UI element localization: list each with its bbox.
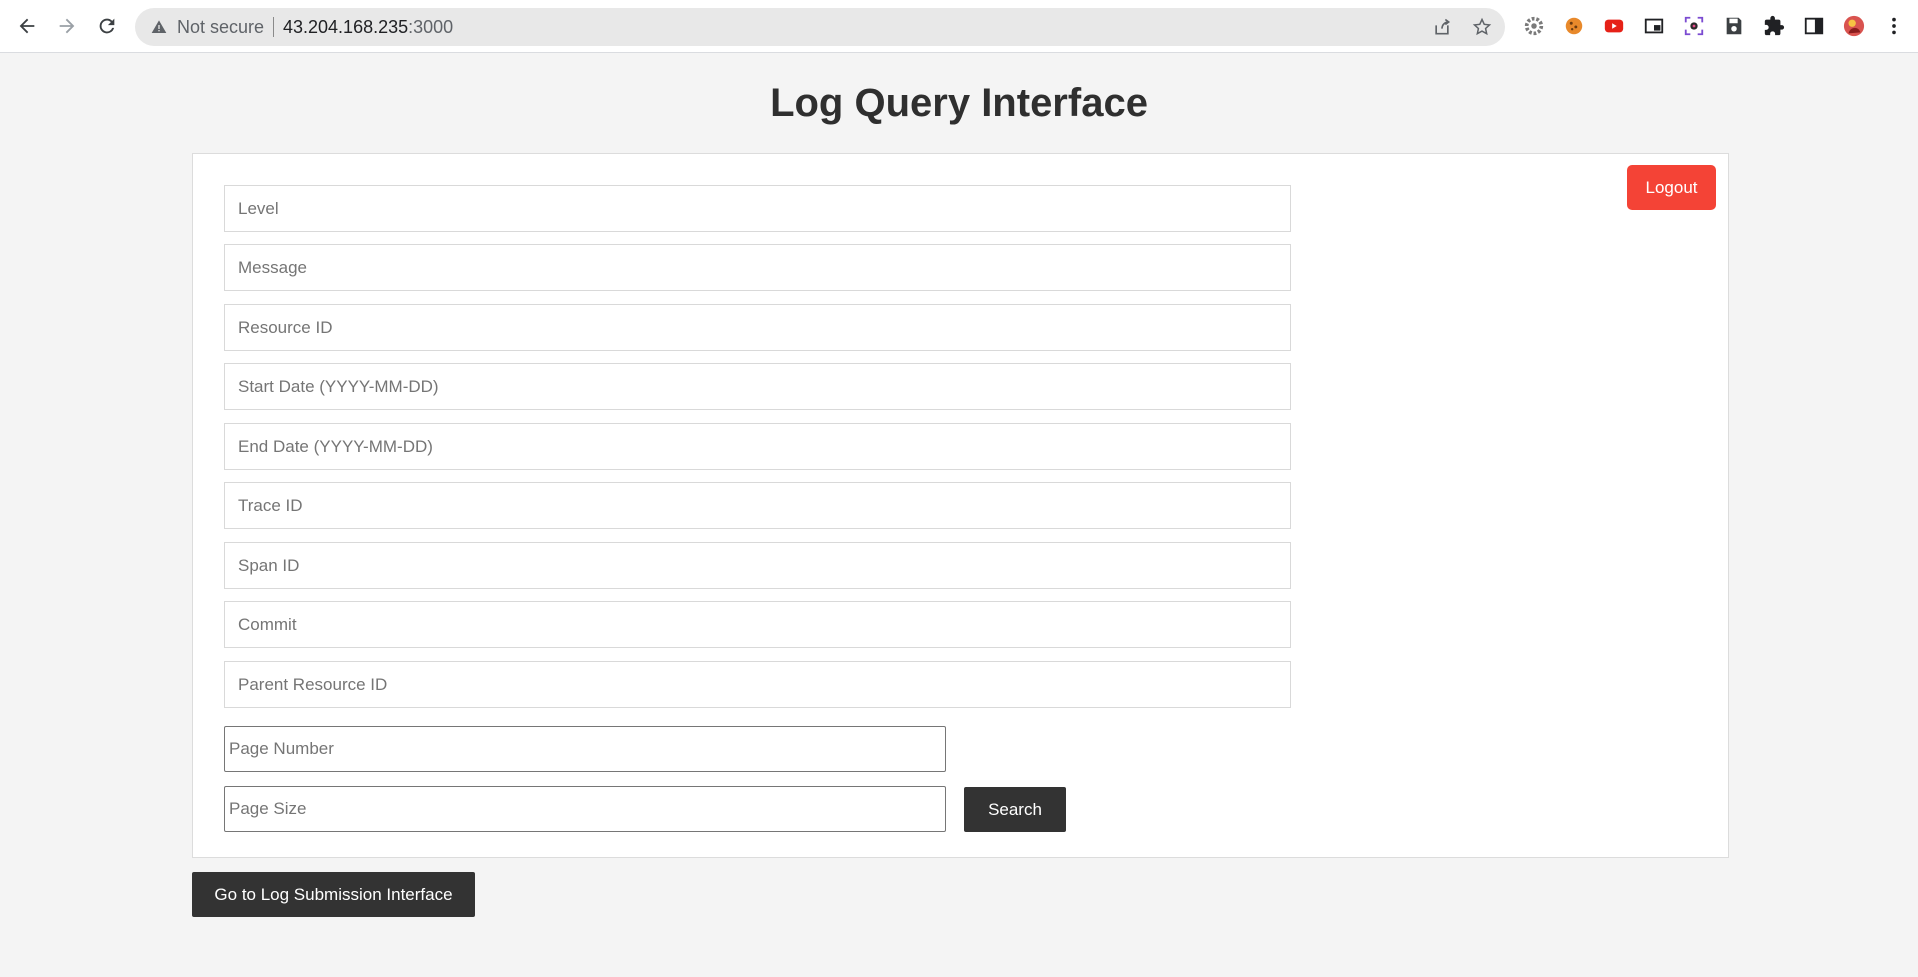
security-status[interactable]: Not secure [177,17,264,37]
browser-toolbar: Not secure 43.204.168.235:3000 [0,0,1918,53]
commit-input[interactable] [224,601,1291,648]
go-to-log-submission-button[interactable]: Go to Log Submission Interface [192,872,475,917]
arrow-right-icon [59,18,75,34]
more-menu-icon[interactable] [1882,14,1906,38]
warning-icon [151,20,167,33]
page-number-input[interactable] [224,726,946,772]
picture-in-picture-icon[interactable] [1642,14,1666,38]
search-button[interactable]: Search [964,787,1066,832]
profile-avatar[interactable] [1842,14,1866,38]
address-bar[interactable]: Not secure 43.204.168.235:3000 [135,8,1505,46]
cookie-extension-icon[interactable] [1562,14,1586,38]
level-input[interactable] [224,185,1291,232]
address-separator [273,17,274,37]
url-port: :3000 [408,17,454,37]
save-extension-icon[interactable] [1722,14,1746,38]
end-date-input[interactable] [224,423,1291,470]
screen-capture-icon[interactable] [1682,14,1706,38]
puzzle-extensions-icon[interactable] [1762,14,1786,38]
arrow-left-icon [19,18,35,34]
span-id-input[interactable] [224,542,1291,589]
url-host: 43.204.168.235 [283,17,409,37]
side-panel-icon[interactable] [1802,14,1826,38]
reload-button[interactable] [92,11,122,41]
start-date-input[interactable] [224,363,1291,410]
forward-button[interactable] [52,11,82,41]
back-button[interactable] [12,11,42,41]
parent-resource-id-input[interactable] [224,661,1291,708]
logout-button[interactable]: Logout [1627,165,1716,210]
share-icon[interactable] [1432,17,1452,37]
gear-extension-icon[interactable] [1522,14,1546,38]
page-title: Log Query Interface [770,81,1148,125]
resource-id-input[interactable] [224,304,1291,351]
trace-id-input[interactable] [224,482,1291,529]
url-text[interactable]: 43.204.168.235:3000 [283,17,453,37]
message-input[interactable] [224,244,1291,291]
youtube-extension-icon[interactable] [1602,14,1626,38]
reload-icon [99,18,115,34]
page-size-input[interactable] [224,786,946,832]
bookmark-star-icon[interactable] [1472,17,1492,37]
